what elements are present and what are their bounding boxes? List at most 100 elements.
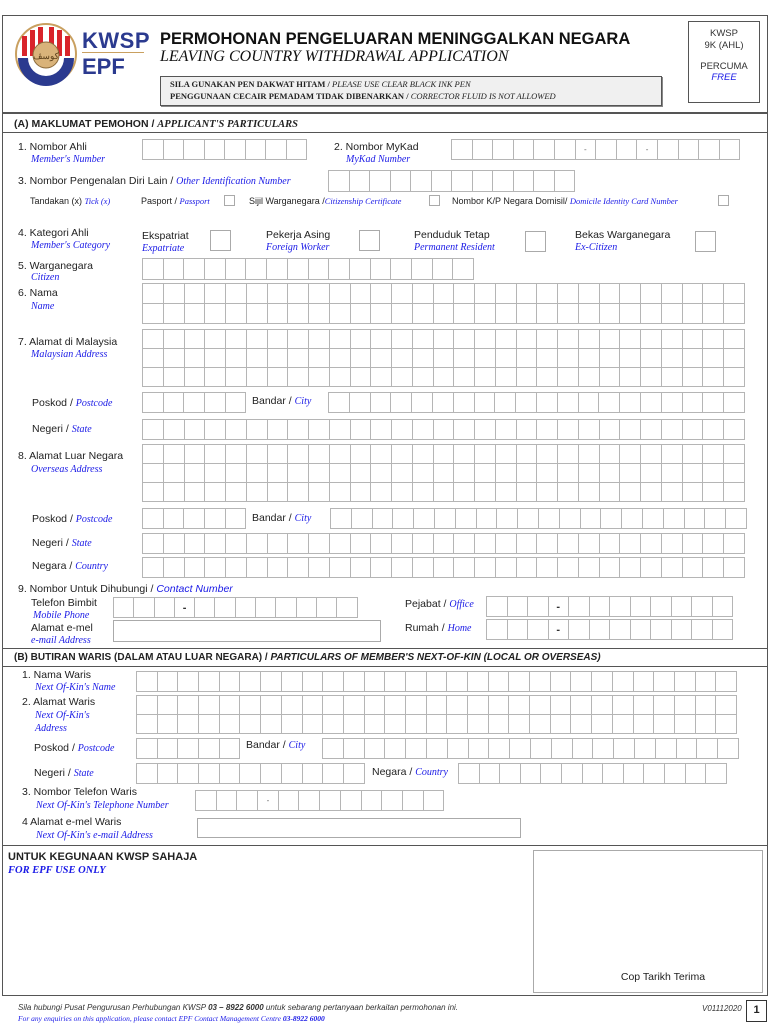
char-box[interactable] — [533, 139, 555, 160]
char-box[interactable] — [136, 738, 158, 759]
char-box[interactable] — [650, 619, 672, 640]
char-box[interactable] — [560, 763, 583, 784]
char-box[interactable] — [308, 533, 330, 554]
char-box[interactable] — [598, 392, 621, 413]
char-box[interactable] — [225, 329, 247, 349]
char-box[interactable] — [598, 419, 621, 440]
char-box[interactable] — [508, 714, 531, 734]
char-box[interactable] — [266, 419, 289, 440]
char-box[interactable] — [494, 283, 517, 304]
char-box[interactable] — [653, 695, 675, 715]
char-box[interactable] — [568, 596, 590, 617]
char-box[interactable] — [487, 695, 510, 715]
overseas-address-row2[interactable] — [142, 463, 745, 483]
char-box[interactable] — [204, 303, 226, 324]
nok-phone-input[interactable]: - — [195, 790, 445, 811]
char-box[interactable] — [494, 348, 517, 368]
char-box[interactable] — [557, 283, 579, 304]
char-box[interactable] — [619, 463, 641, 483]
char-box[interactable] — [540, 763, 562, 784]
char-box[interactable] — [613, 738, 635, 759]
char-box[interactable] — [640, 419, 662, 440]
char-box[interactable] — [195, 790, 217, 811]
char-box[interactable] — [239, 763, 262, 784]
char-box[interactable] — [391, 283, 413, 304]
char-box[interactable] — [509, 738, 531, 759]
char-box[interactable] — [287, 482, 309, 502]
char-box[interactable] — [494, 482, 517, 502]
char-box[interactable] — [494, 557, 517, 578]
char-box[interactable] — [342, 763, 365, 784]
char-box[interactable] — [218, 763, 241, 784]
char-box[interactable] — [675, 738, 698, 759]
char-box[interactable] — [136, 763, 158, 784]
citizenship-cert-checkbox[interactable] — [429, 195, 440, 206]
char-box[interactable] — [349, 482, 372, 502]
os-city-input[interactable] — [330, 508, 747, 529]
char-box[interactable] — [453, 303, 475, 324]
char-box[interactable] — [198, 671, 220, 692]
char-box[interactable] — [602, 763, 624, 784]
char-box[interactable] — [404, 714, 427, 734]
char-box[interactable] — [183, 139, 205, 160]
foreign-worker-checkbox[interactable] — [359, 230, 380, 251]
char-box[interactable] — [348, 258, 371, 280]
char-box[interactable] — [245, 258, 268, 280]
char-box[interactable] — [683, 508, 706, 529]
char-box[interactable] — [308, 419, 330, 440]
char-box[interactable] — [265, 139, 287, 160]
char-box[interactable] — [723, 329, 745, 349]
char-box[interactable] — [245, 444, 268, 464]
char-box[interactable] — [656, 139, 679, 160]
char-box[interactable] — [577, 419, 600, 440]
char-box[interactable] — [515, 303, 538, 324]
char-box[interactable] — [506, 596, 528, 617]
char-box[interactable] — [660, 367, 683, 387]
char-box[interactable] — [384, 671, 406, 692]
char-box[interactable]: - — [173, 597, 196, 618]
char-box[interactable] — [280, 695, 303, 715]
char-box[interactable] — [390, 258, 412, 280]
char-box[interactable] — [453, 419, 475, 440]
domicile-id-checkbox[interactable] — [718, 195, 729, 206]
char-box[interactable] — [328, 170, 350, 192]
char-box[interactable] — [225, 283, 247, 304]
char-box[interactable] — [266, 329, 289, 349]
char-box[interactable] — [287, 303, 309, 324]
char-box[interactable] — [198, 763, 220, 784]
char-box[interactable] — [609, 596, 631, 617]
char-box[interactable] — [557, 348, 579, 368]
char-box[interactable] — [681, 419, 704, 440]
expatriate-checkbox[interactable] — [210, 230, 231, 251]
char-box[interactable] — [474, 463, 496, 483]
char-box[interactable] — [696, 738, 719, 759]
char-box[interactable] — [515, 419, 538, 440]
char-box[interactable] — [677, 139, 700, 160]
char-box[interactable] — [308, 348, 330, 368]
name-input-row1[interactable] — [142, 283, 745, 304]
char-box[interactable] — [266, 463, 289, 483]
char-box[interactable] — [432, 348, 455, 368]
char-box[interactable] — [453, 367, 475, 387]
char-box[interactable] — [446, 671, 468, 692]
char-box[interactable] — [650, 596, 672, 617]
char-box[interactable] — [322, 671, 344, 692]
char-box[interactable] — [328, 482, 351, 502]
char-box[interactable] — [183, 258, 206, 280]
char-box[interactable] — [433, 508, 456, 529]
char-box[interactable] — [203, 139, 225, 160]
char-box[interactable] — [308, 444, 330, 464]
char-box[interactable] — [413, 508, 435, 529]
char-box[interactable] — [322, 738, 344, 759]
char-box[interactable] — [673, 671, 696, 692]
char-box[interactable] — [458, 763, 480, 784]
char-box[interactable] — [663, 763, 686, 784]
char-box[interactable] — [494, 463, 517, 483]
char-box[interactable] — [454, 508, 477, 529]
char-box[interactable] — [702, 392, 725, 413]
char-box[interactable] — [670, 619, 692, 640]
char-box[interactable] — [453, 463, 475, 483]
char-box[interactable] — [702, 557, 724, 578]
char-box[interactable] — [142, 367, 164, 387]
char-box[interactable] — [629, 596, 651, 617]
